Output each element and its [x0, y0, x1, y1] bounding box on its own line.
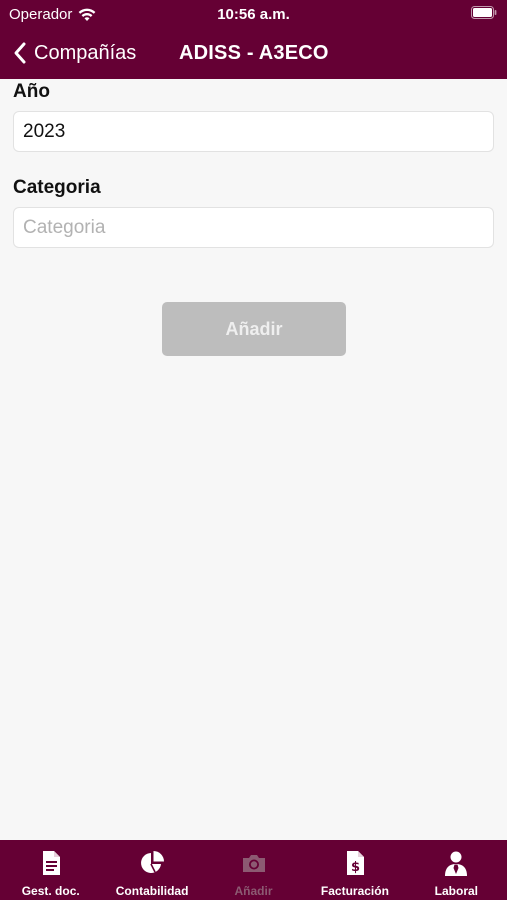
- tab-label: Añadir: [234, 884, 273, 898]
- invoice-icon: $: [346, 851, 364, 875]
- year-label: Año: [13, 81, 50, 102]
- navigation-bar: Compañías ADISS - A3ECO: [0, 28, 507, 79]
- document-icon: [42, 851, 60, 875]
- tab-label: Gest. doc.: [21, 884, 80, 898]
- year-field[interactable]: [13, 111, 494, 152]
- category-label: Categoria: [13, 177, 101, 198]
- tab-contabilidad[interactable]: Contabilidad: [101, 840, 202, 900]
- page-title: ADISS - A3ECO: [179, 42, 329, 64]
- tab-bar: Gest. doc. Contabilidad Añadir $ Factura…: [0, 840, 507, 900]
- back-button-label: Compañías: [34, 41, 137, 64]
- tab-label: Facturación: [320, 884, 389, 898]
- top-bar: Operador 10:56 a.m. Compañías ADISS - A3…: [0, 0, 507, 79]
- year-input[interactable]: [23, 120, 484, 143]
- chevron-left-icon: [14, 42, 26, 64]
- battery-icon: [471, 6, 497, 19]
- clock: 10:56 a.m.: [217, 6, 290, 23]
- tab-label: Laboral: [434, 884, 478, 898]
- camera-icon: [242, 855, 265, 872]
- tab-label: Contabilidad: [115, 884, 189, 898]
- add-button[interactable]: Añadir: [162, 302, 346, 356]
- category-input[interactable]: [23, 216, 484, 239]
- tab-anadir[interactable]: Añadir: [203, 840, 304, 900]
- back-button[interactable]: Compañías: [12, 38, 136, 68]
- person-icon: [445, 851, 468, 876]
- tab-laboral[interactable]: Laboral: [406, 840, 507, 900]
- category-field[interactable]: [13, 207, 494, 248]
- svg-text:$: $: [351, 860, 360, 875]
- tab-gest-doc[interactable]: Gest. doc.: [0, 840, 101, 900]
- tab-facturacion[interactable]: $ Facturación: [304, 840, 405, 900]
- status-bar: Operador 10:56 a.m.: [0, 0, 507, 28]
- pie-chart-icon: [141, 851, 165, 873]
